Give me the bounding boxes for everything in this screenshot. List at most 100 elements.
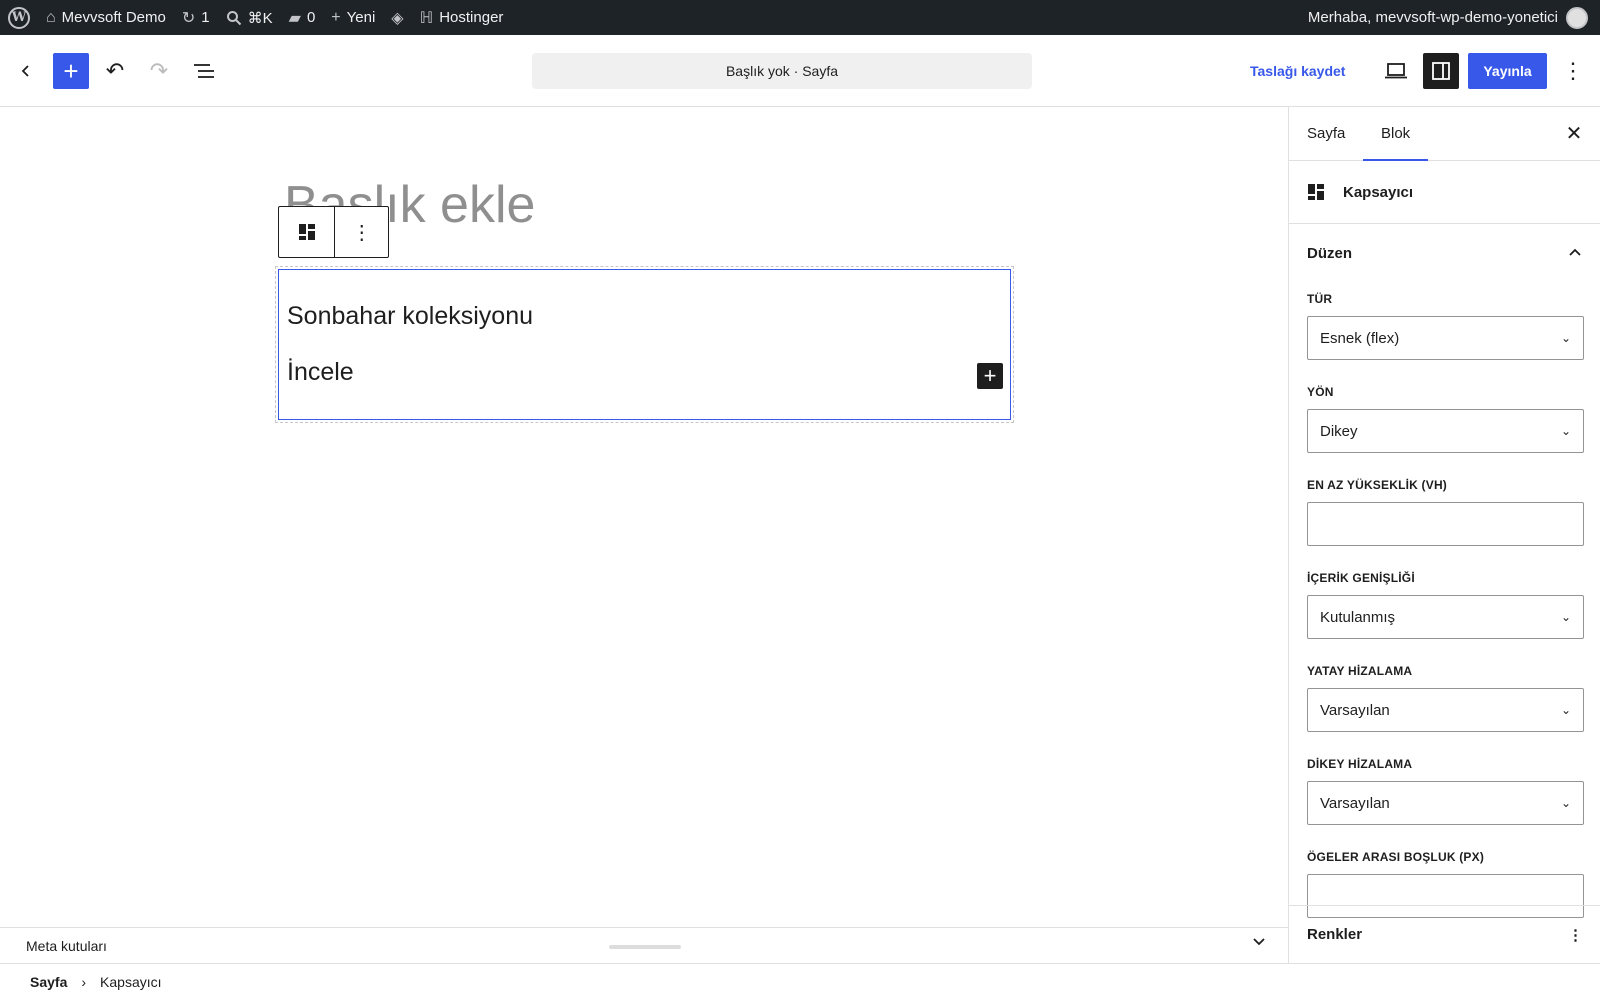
field-label-type: TÜR xyxy=(1307,292,1333,306)
block-name: Kapsayıcı xyxy=(1343,183,1414,201)
site-name-label: Mevvsoft Demo xyxy=(61,9,166,26)
colors-panel-toggle[interactable]: Renkler ⋮ xyxy=(1289,905,1600,963)
layout-panel-toggle[interactable]: Düzen xyxy=(1289,224,1600,282)
group-heading[interactable]: Sonbahar koleksiyonu xyxy=(287,302,533,331)
wordpress-logo-icon: W xyxy=(8,6,30,29)
block-toolbar: ⋮ xyxy=(278,206,389,258)
plus-icon: + xyxy=(983,363,997,388)
breadcrumb: Sayfa › Kapsayıcı xyxy=(0,963,1600,1000)
add-block-button[interactable]: + xyxy=(977,363,1003,389)
field-label-min-height: EN AZ YÜKSEKLİK (VH) xyxy=(1307,478,1448,492)
options-menu-button[interactable]: ⋮ xyxy=(1555,53,1591,89)
plus-icon: + xyxy=(331,8,341,26)
undo-icon: ↶ xyxy=(105,58,125,83)
close-sidebar-button[interactable]: ✕ xyxy=(1560,119,1588,147)
preview-button[interactable] xyxy=(1378,53,1414,89)
updates-count: 1 xyxy=(201,9,210,26)
tab-block[interactable]: Blok xyxy=(1362,107,1429,161)
refresh-icon: ↻ xyxy=(181,9,196,27)
laptop-icon xyxy=(1385,63,1407,79)
redo-icon: ↷ xyxy=(149,58,169,83)
layout-panel-title: Düzen xyxy=(1307,244,1352,262)
chevron-down-icon: ⌄ xyxy=(1560,331,1571,345)
settings-sidebar-toggle[interactable] xyxy=(1423,53,1459,89)
type-select-value: Esnek (flex) xyxy=(1320,329,1400,347)
direction-select[interactable]: Dikey ⌄ xyxy=(1307,409,1584,453)
document-overview-button[interactable] xyxy=(186,53,222,89)
updates-link[interactable]: ↻ 1 xyxy=(174,0,218,35)
field-label-vertical-align: DİKEY HİZALAMA xyxy=(1307,757,1413,771)
wp-logo-menu[interactable]: W xyxy=(0,0,38,35)
sidebar-icon xyxy=(1432,62,1450,80)
chevron-down-icon: ⌄ xyxy=(1560,796,1571,810)
chevron-left-icon xyxy=(21,65,29,77)
new-label: Yeni xyxy=(346,9,376,26)
admin-bar: W ⌂ Mevvsoft Demo ↻ 1 ⌘K ▰ 0 + Yeni ◈ ℍ … xyxy=(0,0,1600,35)
document-title: Başlık yok · Sayfa xyxy=(725,63,839,79)
search-shortcut: ⌘K xyxy=(247,9,273,27)
chevron-up-icon xyxy=(1569,248,1581,256)
colors-panel-title: Renkler xyxy=(1307,926,1363,943)
block-type-switcher[interactable] xyxy=(279,207,334,257)
tab-page[interactable]: Sayfa xyxy=(1307,107,1345,160)
block-inserter-button[interactable]: + xyxy=(53,53,89,89)
home-icon: ⌂ xyxy=(46,8,56,26)
undo-button[interactable]: ↶ xyxy=(97,53,133,89)
block-options-button[interactable]: ⋮ xyxy=(334,207,388,257)
account-menu[interactable]: Merhaba, mevvsoft-wp-demo-yonetici xyxy=(1300,0,1600,35)
more-vertical-icon[interactable]: ⋮ xyxy=(1568,926,1583,944)
editor-canvas: Başlık ekle ⋮ Sonbahar koleksiyonu İncel… xyxy=(0,107,1288,927)
hostinger-menu[interactable]: ℍ Hostinger xyxy=(412,0,512,35)
hostinger-icon: ℍ xyxy=(419,9,434,27)
avatar xyxy=(1566,6,1588,29)
meta-boxes-bar[interactable]: Meta kutuları xyxy=(0,927,1288,963)
hostinger-label: Hostinger xyxy=(439,9,504,26)
save-draft-button[interactable]: Taslağı kaydet xyxy=(1250,53,1345,89)
horizontal-align-select[interactable]: Varsayılan ⌄ xyxy=(1307,688,1584,732)
horizontal-align-value: Varsayılan xyxy=(1320,701,1390,719)
type-select[interactable]: Esnek (flex) ⌄ xyxy=(1307,316,1584,360)
search-icon xyxy=(226,10,241,25)
content-width-value: Kutulanmış xyxy=(1320,608,1396,626)
vertical-align-value: Varsayılan xyxy=(1320,794,1390,812)
redo-button[interactable]: ↷ xyxy=(141,53,177,89)
list-view-icon xyxy=(194,64,214,78)
close-icon: ✕ xyxy=(1565,122,1583,145)
diamond-plugin-menu[interactable]: ◈ xyxy=(383,0,411,35)
direction-select-value: Dikey xyxy=(1320,422,1358,440)
group-block-icon xyxy=(1308,184,1324,200)
group-paragraph[interactable]: İncele xyxy=(287,358,354,387)
chevron-down-icon: ⌄ xyxy=(1560,424,1571,438)
site-name-link[interactable]: ⌂ Mevvsoft Demo xyxy=(38,0,174,35)
vertical-align-select[interactable]: Varsayılan ⌄ xyxy=(1307,781,1584,825)
editor-header: + ↶ ↷ Başlık yok · Sayfa Taslağı kaydet … xyxy=(0,35,1600,107)
chevron-down-icon: ⌄ xyxy=(1560,703,1571,717)
back-button[interactable] xyxy=(8,53,44,89)
greeting-label: Merhaba, mevvsoft-wp-demo-yonetici xyxy=(1307,9,1558,26)
field-label-direction: YÖN xyxy=(1307,385,1334,399)
field-label-horizontal-align: YATAY HİZALAMA xyxy=(1307,664,1413,678)
comments-link[interactable]: ▰ 0 xyxy=(281,0,324,35)
group-block[interactable]: Sonbahar koleksiyonu İncele + xyxy=(275,266,1014,423)
sidebar-tabs: Sayfa Blok ✕ xyxy=(1289,107,1600,161)
chevron-down-icon: ⌄ xyxy=(1560,610,1571,624)
plus-icon: + xyxy=(63,56,79,86)
command-search-button[interactable]: ⌘K xyxy=(218,0,281,35)
more-vertical-icon: ⋮ xyxy=(1562,58,1584,83)
resize-handle[interactable] xyxy=(609,945,681,949)
field-label-content-width: İÇERİK GENİŞLİĞİ xyxy=(1307,571,1415,585)
block-card: Kapsayıcı xyxy=(1289,161,1600,224)
breadcrumb-root[interactable]: Sayfa xyxy=(30,974,67,990)
group-block-icon xyxy=(298,224,315,240)
min-height-input[interactable] xyxy=(1307,502,1584,546)
comment-icon: ▰ xyxy=(288,9,301,27)
new-content-menu[interactable]: + Yeni xyxy=(323,0,383,35)
breadcrumb-current[interactable]: Kapsayıcı xyxy=(100,974,161,990)
chevron-right-icon: › xyxy=(81,974,87,990)
field-label-gap: ÖGELER ARASI BOŞLUK (PX) xyxy=(1307,850,1485,864)
diamond-icon: ◈ xyxy=(391,9,404,27)
publish-button[interactable]: Yayınla xyxy=(1468,53,1547,89)
document-bar[interactable]: Başlık yok · Sayfa xyxy=(532,53,1032,89)
content-width-select[interactable]: Kutulanmış ⌄ xyxy=(1307,595,1584,639)
settings-sidebar: Sayfa Blok ✕ Kapsayıcı Düzen TÜR Esnek (… xyxy=(1288,107,1600,963)
